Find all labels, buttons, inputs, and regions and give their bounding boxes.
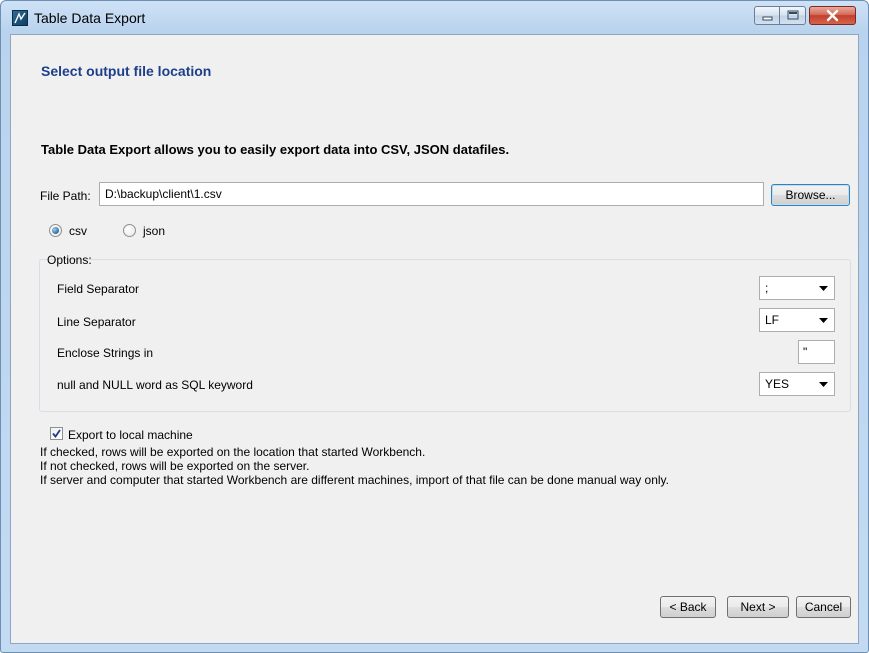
csv-radio-label[interactable]: csv <box>69 224 87 238</box>
field-separator-select[interactable]: ; <box>759 276 835 300</box>
back-button[interactable]: < Back <box>660 596 716 618</box>
export-note-line: If not checked, rows will be exported on… <box>40 459 310 473</box>
export-local-checkbox[interactable] <box>50 427 63 440</box>
json-radio-label[interactable]: json <box>143 224 165 238</box>
cancel-button[interactable]: Cancel <box>796 596 851 618</box>
radio-circle <box>123 224 136 237</box>
next-button[interactable]: Next > <box>727 596 789 618</box>
enclose-strings-label: Enclose Strings in <box>57 346 154 360</box>
enclose-strings-input[interactable]: " <box>798 340 835 364</box>
export-note-line: If server and computer that started Work… <box>40 473 669 487</box>
line-separator-value: LF <box>765 313 780 327</box>
radio-selected-dot <box>52 227 59 234</box>
line-separator-label: Line Separator <box>57 315 136 329</box>
options-legend: Options: <box>47 253 92 267</box>
null-keyword-select[interactable]: YES <box>759 372 835 396</box>
wizard-content-area: Select output file location Table Data E… <box>10 34 859 644</box>
null-keyword-value: YES <box>765 377 790 391</box>
json-radio[interactable] <box>123 224 136 237</box>
csv-radio[interactable] <box>49 224 62 237</box>
maximize-button[interactable] <box>780 6 806 25</box>
null-keyword-label: null and NULL word as SQL keyword <box>57 378 253 392</box>
enclose-strings-value: " <box>803 345 808 359</box>
window-title: Table Data Export <box>34 10 146 26</box>
workbench-app-icon <box>12 10 28 26</box>
table-data-export-window: Table Data Export Select output file loc… <box>0 0 869 653</box>
dropdown-arrow-icon <box>819 318 828 323</box>
export-local-label[interactable]: Export to local machine <box>68 428 193 442</box>
field-separator-value: ; <box>765 281 769 295</box>
intro-text: Table Data Export allows you to easily e… <box>41 142 510 157</box>
file-path-input[interactable] <box>99 182 764 206</box>
page-heading: Select output file location <box>41 63 212 79</box>
dropdown-arrow-icon <box>819 286 828 291</box>
dropdown-arrow-icon <box>819 382 828 387</box>
browse-button[interactable]: Browse... <box>771 184 850 206</box>
line-separator-select[interactable]: LF <box>759 308 835 332</box>
checkmark-icon <box>52 429 61 438</box>
title-bar[interactable]: Table Data Export <box>1 1 868 33</box>
close-button[interactable] <box>809 6 856 25</box>
field-separator-label: Field Separator <box>57 282 140 296</box>
file-path-label: File Path: <box>40 189 91 203</box>
minimize-button[interactable] <box>754 6 780 25</box>
export-note-line: If checked, rows will be exported on the… <box>40 445 426 459</box>
